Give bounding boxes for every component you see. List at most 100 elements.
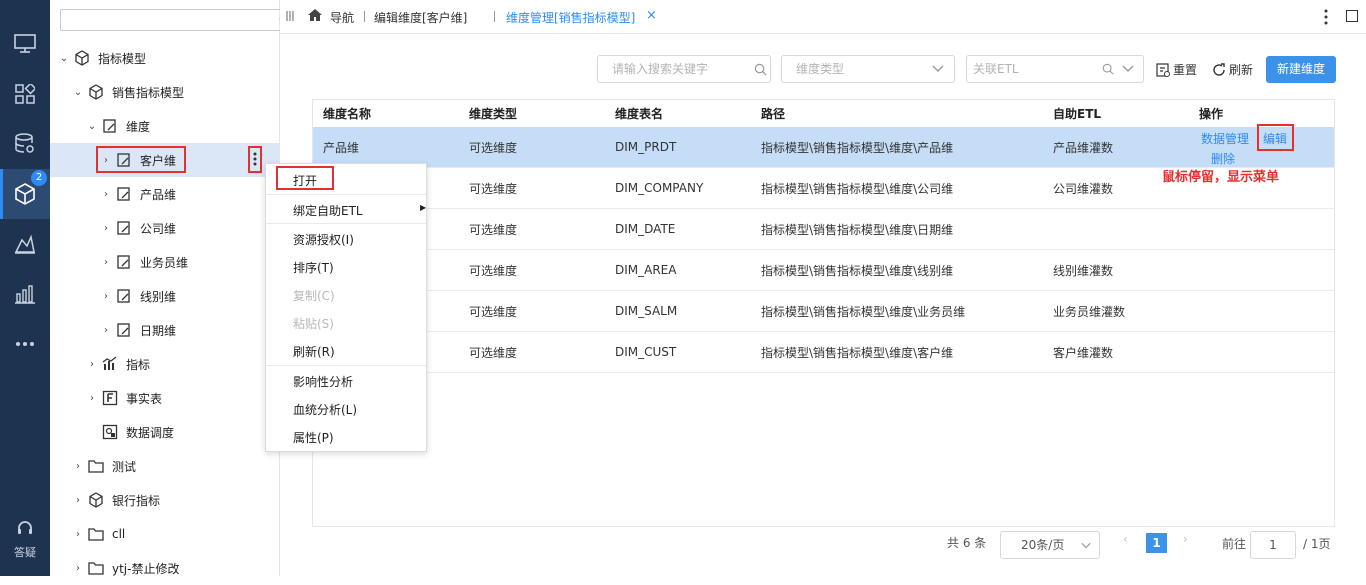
expand-arrow-icon[interactable]: › — [100, 325, 112, 336]
delete-link[interactable]: 删除 — [1211, 150, 1235, 167]
new-dimension-button[interactable]: 新建维度 — [1266, 56, 1336, 83]
cell-table: DIM_CUST — [615, 345, 677, 359]
refresh-button[interactable]: 刷新 — [1212, 61, 1253, 78]
tab-edit-dimension[interactable]: 编辑维度[客户维] — [374, 9, 467, 26]
dimension-type-select[interactable]: 维度类型 — [781, 55, 955, 83]
table-row[interactable]: 可选维度 DIM_AREA 指标模型\销售指标模型\维度\线别维 线别维灌数 — [313, 250, 1334, 291]
cell-path: 指标模型\销售指标模型\维度\客户维 — [761, 345, 954, 360]
help-button[interactable]: 答疑 — [0, 520, 50, 560]
menu-item-paste[interactable]: 粘贴(S) — [266, 310, 426, 338]
data-manage-link[interactable]: 数据管理 — [1201, 130, 1249, 147]
table-row[interactable]: 可选维度 DIM_CUST 指标模型\销售指标模型\维度\客户维 客户维灌数 — [313, 332, 1334, 373]
column-header[interactable]: 自助ETL — [1053, 100, 1101, 127]
expand-arrow-icon[interactable]: › — [86, 393, 98, 404]
menu-item-sort[interactable]: 排序(T) — [266, 254, 426, 282]
column-header[interactable]: 维度类型 — [469, 100, 517, 127]
tree-node-fact-table[interactable]: › 事实表 — [86, 381, 162, 415]
reset-button[interactable]: 重置 — [1156, 61, 1197, 78]
tree-search-input[interactable] — [60, 9, 298, 31]
menu-item-authorize[interactable]: 资源授权(I) — [266, 226, 426, 254]
menu-item-bind-etl[interactable]: 绑定自助ETL — [266, 197, 426, 225]
menu-item-impact-analysis[interactable]: 影响性分析 — [266, 368, 426, 396]
tree-node-ytj[interactable]: › ytj-禁止修改 — [72, 551, 179, 585]
expand-arrow-icon[interactable]: › — [72, 495, 84, 506]
tree-node-bank-indicators[interactable]: › 银行指标 — [72, 483, 160, 517]
prev-page-icon[interactable]: ‹ — [1123, 532, 1128, 560]
home-icon[interactable] — [307, 8, 323, 25]
expand-arrow-icon[interactable]: ⌄ — [86, 121, 98, 132]
chevron-down-icon[interactable] — [1122, 62, 1134, 77]
menu-item-copy[interactable]: 复制(C) — [266, 282, 426, 310]
tree-node-label: 销售指标模型 — [112, 85, 185, 100]
tree-node-sales-model[interactable]: ⌄ 销售指标模型 — [72, 75, 184, 109]
search-keyword-input[interactable]: 请输入搜索关键字 — [597, 55, 771, 83]
menu-item-lineage-analysis[interactable]: 血统分析(L) — [266, 396, 426, 424]
tree-node-product-dim[interactable]: › 产品维 — [100, 177, 176, 211]
tree-node-cll[interactable]: › cll — [72, 517, 125, 551]
close-tab-icon[interactable]: × — [646, 8, 657, 23]
cell-name: 产品维 — [323, 140, 360, 155]
cell-type: 可选维度 — [469, 304, 518, 319]
tab-separator — [364, 11, 365, 22]
refresh-label: 刷新 — [1229, 63, 1254, 77]
column-header[interactable]: 维度名称 — [323, 100, 371, 127]
expand-arrow-icon[interactable]: › — [72, 461, 84, 472]
expand-arrow-icon[interactable]: › — [72, 563, 84, 574]
expand-arrow-icon[interactable]: › — [100, 257, 112, 268]
tree-node-indicators[interactable]: › 指标 — [86, 347, 150, 381]
bar-chart-icon[interactable] — [0, 269, 50, 319]
monitor-icon[interactable] — [0, 19, 50, 69]
expand-arrow-icon[interactable]: ⌄ — [72, 87, 84, 98]
goto-page-input[interactable]: 1 — [1250, 531, 1296, 559]
apps-icon[interactable] — [0, 69, 50, 119]
expand-arrow-icon[interactable]: › — [72, 529, 84, 540]
tree-node-label: 事实表 — [126, 391, 163, 406]
expand-arrow-icon[interactable]: ⌄ — [58, 53, 70, 64]
next-page-icon[interactable]: › — [1183, 532, 1188, 560]
tree-node-dimension[interactable]: ⌄ 维度 — [86, 109, 150, 143]
chart-area-icon[interactable] — [0, 219, 50, 269]
table-row[interactable]: 可选维度 DIM_DATE 指标模型\销售指标模型\维度\日期维 — [313, 209, 1334, 250]
more-vertical-icon[interactable] — [253, 151, 257, 170]
tree-node-label: 线别维 — [140, 289, 177, 304]
table-row[interactable]: 产品维 可选维度 DIM_PRDT 指标模型\销售指标模型\维度\产品维 产品维… — [313, 127, 1334, 168]
database-settings-icon[interactable] — [0, 119, 50, 169]
expand-arrow-icon[interactable]: › — [100, 223, 112, 234]
search-icon[interactable] — [754, 63, 767, 79]
maximize-icon[interactable] — [1346, 10, 1358, 22]
tab-nav[interactable]: 导航 — [330, 9, 354, 26]
more-vertical-icon[interactable] — [1324, 9, 1328, 28]
collapse-panel-icon[interactable] — [286, 10, 294, 24]
resource-tree-panel: ⌄ 指标模型 ⌄ 销售指标模型 ⌄ 维度 › 客户维 › 产品维 › 公司维 ›… — [50, 0, 317, 576]
tree-node-label: 业务员维 — [140, 255, 189, 270]
menu-item-properties[interactable]: 属性(P) — [266, 424, 426, 452]
search-icon[interactable] — [1102, 63, 1114, 78]
tab-dimension-manage[interactable]: 维度管理[销售指标模型] — [506, 9, 635, 26]
notification-badge: 2 — [31, 170, 47, 186]
menu-item-refresh[interactable]: 刷新(R) — [266, 338, 426, 366]
tree-node-data-schedule[interactable]: 数据调度 — [102, 415, 174, 449]
page-size-select[interactable]: 20条/页 — [1000, 531, 1100, 559]
expand-arrow-icon[interactable]: › — [86, 359, 98, 370]
tree-node-date-dim[interactable]: › 日期维 — [100, 313, 176, 347]
column-header[interactable]: 维度表名 — [615, 100, 663, 127]
chevron-down-icon[interactable] — [932, 62, 944, 77]
expand-arrow-icon[interactable]: › — [100, 291, 112, 302]
dimension-icon — [116, 220, 132, 236]
tree-node-salesman-dim[interactable]: › 业务员维 — [100, 245, 188, 279]
tree-node-indicator-model[interactable]: ⌄ 指标模型 — [58, 41, 146, 75]
etl-select[interactable]: 关联ETL — [966, 55, 1144, 83]
tree-node-company-dim[interactable]: › 公司维 — [100, 211, 176, 245]
column-header[interactable]: 路径 — [761, 100, 785, 127]
tree-node-label: 数据调度 — [126, 425, 175, 440]
expand-arrow-icon[interactable]: › — [100, 189, 112, 200]
more-icon[interactable] — [0, 319, 50, 369]
goto-label: 前往 — [1222, 537, 1247, 551]
tree-node-label: 指标 — [126, 357, 151, 372]
tree-node-test[interactable]: › 测试 — [72, 449, 136, 483]
page-number-current[interactable]: 1 — [1146, 533, 1167, 553]
cell-etl: 业务员维灌数 — [1053, 304, 1126, 319]
tree-node-label: 公司维 — [140, 221, 177, 236]
tree-node-line-dim[interactable]: › 线别维 — [100, 279, 176, 313]
table-row[interactable]: 可选维度 DIM_SALM 指标模型\销售指标模型\维度\业务员维 业务员维灌数 — [313, 291, 1334, 332]
